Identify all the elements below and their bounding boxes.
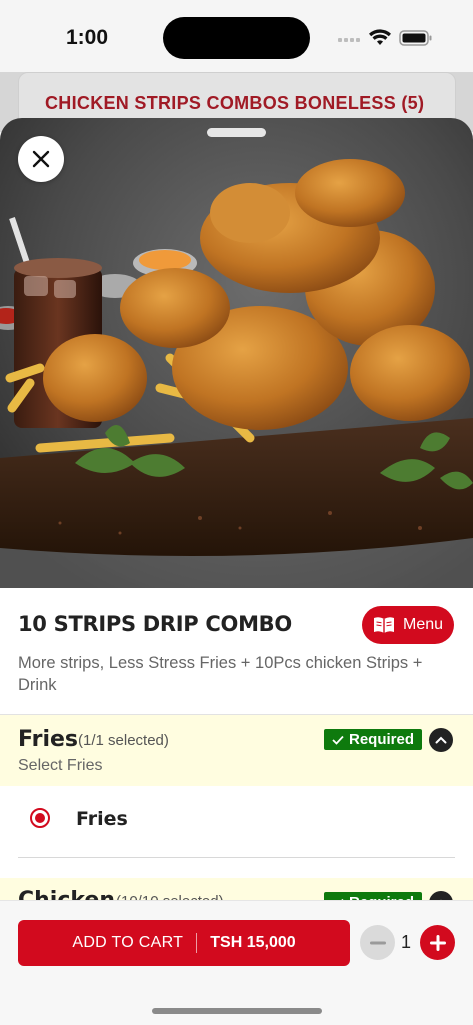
add-to-cart-button[interactable]: ADD TO CART TSH 15,000 bbox=[18, 920, 350, 966]
collapse-button[interactable] bbox=[429, 728, 453, 752]
status-icons bbox=[338, 29, 432, 46]
option-row-fries[interactable]: Fries bbox=[0, 786, 473, 858]
close-icon bbox=[32, 150, 50, 168]
sheet-drag-handle[interactable] bbox=[207, 128, 266, 137]
required-badge: Required bbox=[324, 729, 422, 750]
dynamic-island bbox=[163, 17, 310, 59]
increase-quantity-button[interactable] bbox=[420, 925, 455, 960]
required-badge-label: Required bbox=[348, 731, 414, 748]
plus-icon bbox=[429, 934, 446, 951]
add-to-cart-bar: ADD TO CART TSH 15,000 1 bbox=[0, 900, 473, 1025]
chevron-up-icon bbox=[435, 736, 447, 744]
divider bbox=[18, 857, 455, 858]
option-label: Fries bbox=[76, 808, 128, 830]
option-group-subtitle: Select Fries bbox=[18, 757, 103, 774]
add-to-cart-label: ADD TO CART bbox=[72, 934, 184, 951]
cellular-signal-icon bbox=[338, 38, 360, 42]
product-title: 10 STRIPS DRIP COMBO bbox=[18, 612, 292, 636]
button-separator bbox=[196, 933, 198, 953]
close-button[interactable] bbox=[18, 136, 64, 182]
product-description: More strips, Less Stress Fries + 10Pcs c… bbox=[18, 654, 423, 694]
option-group-title: Fries bbox=[18, 727, 79, 752]
minus-icon bbox=[369, 941, 386, 944]
background-category-title: CHICKEN STRIPS COMBOS BONELESS (5) bbox=[45, 93, 425, 113]
option-group-count: (1/1 selected) bbox=[78, 732, 169, 749]
battery-icon bbox=[399, 30, 432, 46]
option-group-header-fries[interactable]: Fries (1/1 selected) Select Fries Requir… bbox=[0, 714, 473, 787]
status-bar: 1:00 bbox=[0, 0, 473, 72]
decrease-quantity-button[interactable] bbox=[360, 925, 395, 960]
product-sheet: 10 STRIPS DRIP COMBO Menu More strips, L… bbox=[0, 118, 473, 1024]
menu-button[interactable]: Menu bbox=[362, 606, 454, 644]
book-icon bbox=[373, 617, 394, 633]
price-label: TSH 15,000 bbox=[210, 934, 296, 951]
menu-button-label: Menu bbox=[402, 616, 444, 633]
check-icon bbox=[332, 735, 344, 745]
wifi-icon bbox=[369, 29, 391, 45]
status-time: 1:00 bbox=[66, 26, 109, 49]
product-image bbox=[0, 118, 473, 588]
home-indicator[interactable] bbox=[152, 1008, 322, 1014]
radio-button-selected[interactable] bbox=[30, 808, 50, 828]
quantity-value: 1 bbox=[401, 932, 412, 952]
radio-dot bbox=[35, 813, 45, 823]
